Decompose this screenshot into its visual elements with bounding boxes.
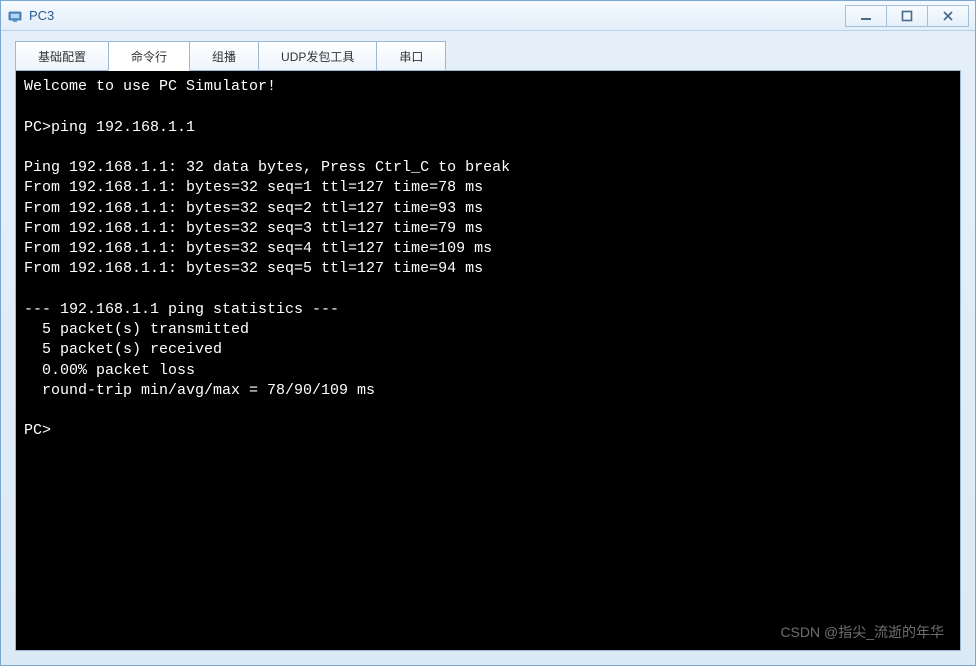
- window-title: PC3: [29, 8, 846, 23]
- tab-serial[interactable]: 串口: [376, 41, 446, 71]
- terminal-line: From 192.168.1.1: bytes=32 seq=2 ttl=127…: [24, 200, 483, 217]
- terminal-output[interactable]: Welcome to use PC Simulator! PC>ping 192…: [15, 70, 961, 651]
- terminal-line: round-trip min/avg/max = 78/90/109 ms: [24, 382, 375, 399]
- minimize-icon: [860, 10, 872, 22]
- terminal-line: Ping 192.168.1.1: 32 data bytes, Press C…: [24, 159, 510, 176]
- terminal-line: From 192.168.1.1: bytes=32 seq=3 ttl=127…: [24, 220, 483, 237]
- maximize-button[interactable]: [886, 5, 928, 27]
- maximize-icon: [901, 10, 913, 22]
- watermark: CSDN @指尖_流逝的年华: [780, 623, 944, 642]
- tab-bar: 基础配置 命令行 组播 UDP发包工具 串口: [15, 41, 961, 71]
- terminal-line: 0.00% packet loss: [24, 362, 195, 379]
- close-icon: [942, 10, 954, 22]
- terminal-line: Welcome to use PC Simulator!: [24, 78, 276, 95]
- terminal-prompt: PC>: [24, 422, 51, 439]
- terminal-line: 5 packet(s) received: [24, 341, 222, 358]
- minimize-button[interactable]: [845, 5, 887, 27]
- terminal-line: --- 192.168.1.1 ping statistics ---: [24, 301, 339, 318]
- tab-basic-config[interactable]: 基础配置: [15, 41, 109, 71]
- terminal-line: PC>ping 192.168.1.1: [24, 119, 195, 136]
- terminal-line: From 192.168.1.1: bytes=32 seq=4 ttl=127…: [24, 240, 492, 257]
- content-area: 基础配置 命令行 组播 UDP发包工具 串口 Welcome to use PC…: [1, 31, 975, 665]
- terminal-line: From 192.168.1.1: bytes=32 seq=1 ttl=127…: [24, 179, 483, 196]
- tab-command-line[interactable]: 命令行: [108, 41, 190, 71]
- close-button[interactable]: [927, 5, 969, 27]
- tab-udp-tool[interactable]: UDP发包工具: [258, 41, 377, 71]
- tab-multicast[interactable]: 组播: [189, 41, 259, 71]
- titlebar: PC3: [1, 1, 975, 31]
- app-icon: [7, 8, 23, 24]
- app-window: PC3 基础配置 命令行 组播: [0, 0, 976, 666]
- window-controls: [846, 5, 969, 27]
- terminal-line: From 192.168.1.1: bytes=32 seq=5 ttl=127…: [24, 260, 483, 277]
- terminal-line: 5 packet(s) transmitted: [24, 321, 249, 338]
